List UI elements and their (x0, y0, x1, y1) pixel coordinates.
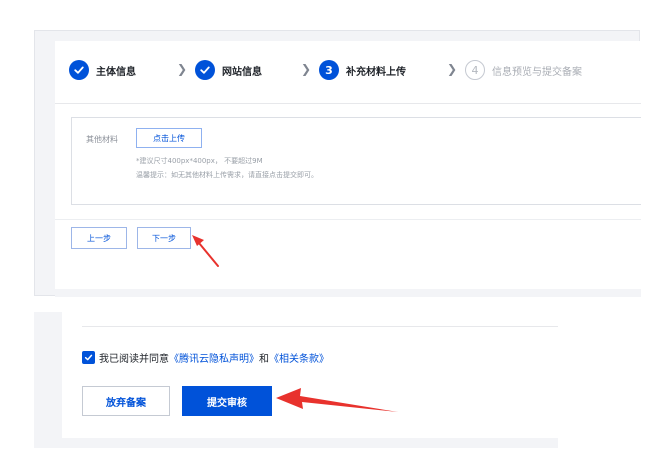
field-label: 其他材料 (86, 135, 118, 144)
step-preview-submit[interactable]: 4 信息预览与提交备案 (465, 59, 582, 81)
chevron-right-icon: ❯ (177, 62, 188, 76)
upload-size-hint: *建议尺寸400px*400px， 不要超过9M (136, 157, 263, 165)
agreement-checkbox[interactable] (82, 351, 95, 364)
panel-background (55, 289, 641, 297)
step-number-badge: 4 (465, 60, 485, 80)
divider (82, 326, 558, 327)
next-step-button[interactable]: 下一步 (137, 227, 191, 249)
step-subject-info[interactable]: 主体信息 (69, 59, 136, 81)
previous-step-button[interactable]: 上一步 (71, 227, 127, 249)
step-label: 主体信息 (96, 66, 136, 78)
submit-card: 我已阅读并同意 《腾讯云隐私声明》 和 《相关条款》 放弃备案 提交审核 (62, 312, 558, 438)
chevron-right-icon: ❯ (447, 62, 458, 76)
divider (55, 103, 641, 104)
step-material-upload[interactable]: 3 补充材料上传 (319, 59, 406, 81)
other-materials-section: 其他材料 点击上传 *建议尺寸400px*400px， 不要超过9M 温馨提示：… (71, 117, 641, 205)
abandon-filing-button[interactable]: 放弃备案 (82, 386, 170, 416)
agreement-row: 我已阅读并同意 《腾讯云隐私声明》 和 《相关条款》 (82, 350, 329, 365)
check-icon (84, 354, 93, 361)
divider (55, 219, 641, 220)
check-icon (195, 60, 215, 80)
step-label: 信息预览与提交备案 (492, 66, 582, 78)
privacy-statement-link[interactable]: 《腾讯云隐私声明》 (169, 350, 259, 365)
upload-button[interactable]: 点击上传 (136, 128, 202, 148)
step-number-badge: 3 (319, 60, 339, 80)
submit-screenshot: 我已阅读并同意 《腾讯云隐私声明》 和 《相关条款》 放弃备案 提交审核 (34, 312, 558, 448)
step-label: 网站信息 (222, 66, 262, 78)
check-icon (69, 60, 89, 80)
agreement-conjunction: 和 (259, 354, 269, 365)
filing-form-card: 主体信息 ❯ 网站信息 ❯ 3 补充材料上传 ❯ 4 信息预览与提交备案 其他材… (55, 41, 641, 289)
submit-review-button[interactable]: 提交审核 (182, 386, 272, 416)
filing-steps-screenshot: 主体信息 ❯ 网站信息 ❯ 3 补充材料上传 ❯ 4 信息预览与提交备案 其他材… (34, 30, 641, 297)
chevron-right-icon: ❯ (301, 62, 312, 76)
step-progress: 主体信息 ❯ 网站信息 ❯ 3 补充材料上传 ❯ 4 信息预览与提交备案 (69, 59, 641, 81)
step-label: 补充材料上传 (346, 66, 406, 78)
upload-tip: 温馨提示：如无其他材料上传需求，请直接点击提交即可。 (136, 171, 318, 179)
terms-link[interactable]: 《相关条款》 (269, 350, 329, 365)
agreement-text: 我已阅读并同意 (99, 354, 169, 365)
step-website-info[interactable]: 网站信息 (195, 59, 262, 81)
